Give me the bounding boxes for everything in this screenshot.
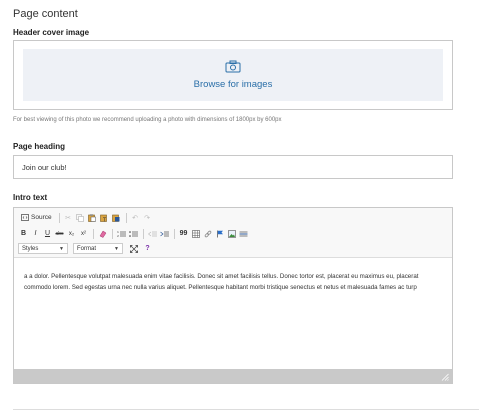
paste-icon (88, 213, 96, 222)
page-heading-input[interactable]: Join our club! (13, 155, 453, 179)
chevron-down-icon: ▼ (114, 245, 119, 252)
blockquote-button[interactable]: 99 (178, 227, 189, 240)
toolbar-separator (125, 212, 127, 223)
superscript-button[interactable]: x² (78, 227, 89, 240)
italic-button[interactable]: I (30, 227, 41, 240)
bold-button[interactable]: B (18, 227, 29, 240)
cut-icon: ✂ (65, 214, 72, 222)
cut-button[interactable]: ✂ (63, 211, 74, 224)
cover-image-hint: For best viewing of this photo we recomm… (13, 117, 282, 123)
editor-toolbar: Source ✂ T ↶ ↷ B I U abc x₂ x² 1 2 99 St… (14, 208, 452, 258)
toolbar-separator (93, 228, 94, 239)
resize-handle-icon[interactable] (441, 373, 449, 381)
numbered-list-icon: 12 (117, 230, 126, 238)
svg-text:2: 2 (117, 234, 119, 238)
paste-word-icon (112, 214, 120, 222)
redo-icon: ↷ (144, 214, 151, 222)
bulleted-list-button[interactable] (128, 227, 139, 240)
styles-dropdown-label: Styles (22, 245, 39, 252)
maximize-icon (129, 244, 138, 253)
paste-button[interactable] (87, 211, 98, 224)
anchor-button[interactable] (214, 227, 225, 240)
cover-image-dropzone: Browse for images (13, 40, 453, 110)
undo-icon: ↶ (132, 214, 139, 222)
editor-statusbar (14, 369, 452, 383)
strikethrough-button[interactable]: abc (54, 227, 65, 240)
help-button[interactable]: ? (142, 242, 153, 255)
link-icon (204, 230, 211, 237)
paste-word-button[interactable] (111, 211, 122, 224)
toolbar-separator (174, 228, 175, 239)
outdent-icon (148, 231, 157, 236)
paste-text-button[interactable]: T (99, 211, 110, 224)
page-heading-label: Page heading (13, 142, 66, 151)
table-icon (191, 229, 200, 238)
undo-button[interactable]: ↶ (130, 211, 141, 224)
styles-dropdown[interactable]: Styles ▼ (18, 243, 68, 254)
chevron-down-icon: ▼ (59, 245, 64, 252)
format-dropdown-label: Format (77, 245, 97, 252)
paste-text-icon: T (100, 214, 107, 222)
maximize-button[interactable] (128, 242, 139, 255)
section-divider (13, 409, 479, 410)
page-title: Page content (13, 8, 78, 20)
toolbar-separator (112, 228, 113, 239)
intro-text-editor: Source ✂ T ↶ ↷ B I U abc x₂ x² 1 2 99 St… (13, 207, 453, 384)
browse-images-label: Browse for images (193, 79, 273, 90)
editor-content[interactable]: a a dolor. Pellentesque volutpat malesua… (14, 258, 452, 371)
bulleted-list-icon (129, 230, 138, 237)
subscript-button[interactable]: x₂ (66, 227, 77, 240)
source-button[interactable]: Source (18, 211, 55, 224)
camera-icon (225, 60, 241, 73)
toolbar-separator (143, 228, 144, 239)
link-button[interactable] (202, 227, 213, 240)
copy-button[interactable] (75, 211, 86, 224)
toolbar-separator (58, 212, 60, 223)
intro-text-label: Intro text (13, 193, 48, 202)
cover-image-label: Header cover image (13, 28, 90, 37)
copy-icon (76, 213, 84, 222)
insert-image-button[interactable] (226, 227, 237, 240)
outdent-button[interactable] (147, 227, 158, 240)
flag-icon (216, 230, 223, 237)
format-dropdown[interactable]: Format ▼ (73, 243, 123, 254)
horizontal-rule-icon (239, 231, 248, 236)
horizontal-rule-button[interactable] (238, 227, 249, 240)
redo-button[interactable]: ↷ (142, 211, 153, 224)
page-heading-value: Join our club! (22, 162, 67, 172)
underline-button[interactable]: U (42, 227, 53, 240)
source-icon (21, 214, 29, 221)
eraser-icon (99, 230, 106, 238)
indent-button[interactable] (159, 227, 170, 240)
indent-icon (160, 231, 169, 236)
numbered-list-button[interactable]: 12 (116, 227, 127, 240)
image-icon (227, 229, 236, 238)
browse-images-button[interactable]: Browse for images (23, 49, 443, 101)
remove-format-button[interactable] (97, 227, 108, 240)
source-label: Source (31, 214, 52, 221)
insert-table-button[interactable] (190, 227, 201, 240)
